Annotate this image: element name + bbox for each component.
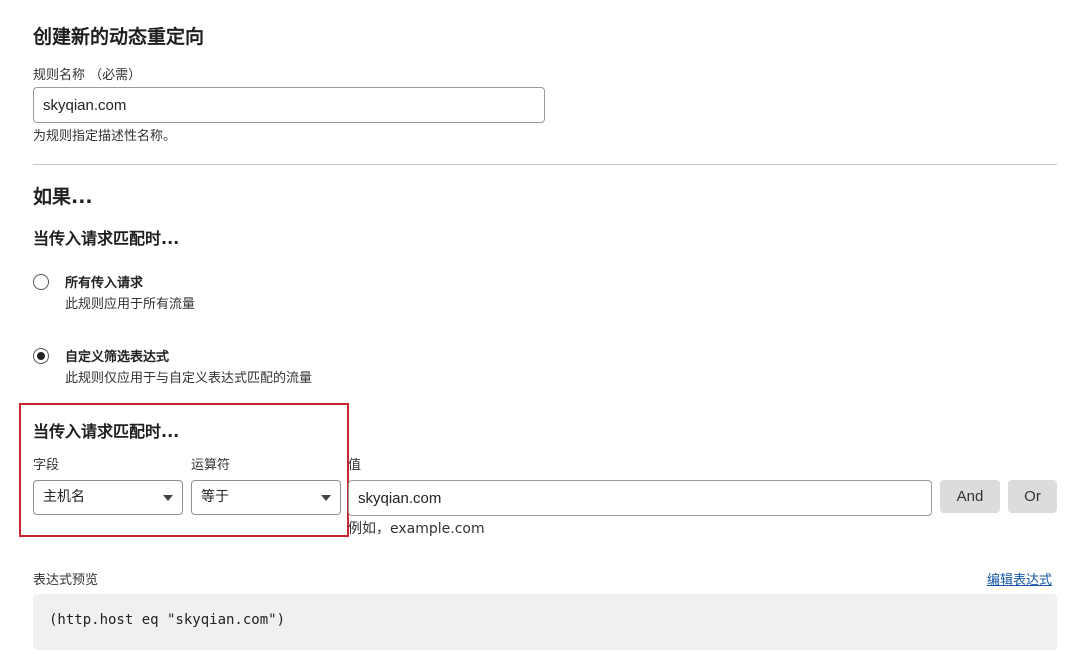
rule-name-help: 为规则指定描述性名称。: [33, 129, 177, 144]
option-all-requests-desc: 此规则应用于所有流量: [65, 297, 196, 312]
page-title: 创建新的动态重定向: [33, 26, 205, 48]
value-input[interactable]: [348, 480, 932, 516]
operator-select-value: 等于: [201, 489, 229, 505]
section-divider: [33, 164, 1057, 165]
radio-custom-expression[interactable]: [33, 348, 49, 364]
expression-preview-code: (http.host eq "skyqian.com"): [49, 612, 286, 628]
operator-label: 运算符: [191, 458, 231, 473]
edit-expression-link[interactable]: 编辑表达式: [987, 569, 1052, 588]
rule-name-label: 规则名称 （必需）: [33, 68, 142, 83]
chevron-down-icon: [163, 495, 173, 501]
or-button[interactable]: Or: [1008, 480, 1057, 513]
option-custom-expression-title: 自定义筛选表达式: [65, 350, 170, 365]
field-select-value: 主机名: [43, 489, 85, 505]
value-hint: 例如，example.com: [348, 521, 485, 537]
and-button[interactable]: And: [940, 480, 1000, 513]
chevron-down-icon: [321, 495, 331, 501]
option-custom-expression-desc: 此规则仅应用于与自定义表达式匹配的流量: [65, 371, 313, 386]
radio-all-requests[interactable]: [33, 274, 49, 290]
expression-heading: 当传入请求匹配时...: [33, 422, 180, 441]
rule-name-input[interactable]: [33, 87, 545, 123]
field-select[interactable]: 主机名: [33, 480, 183, 515]
field-label: 字段: [33, 458, 60, 473]
if-heading: 如果...: [33, 186, 93, 208]
option-all-requests-title: 所有传入请求: [65, 276, 144, 291]
value-label: 值: [348, 458, 362, 473]
operator-select[interactable]: 等于: [191, 480, 341, 515]
expression-preview-label: 表达式预览: [33, 573, 99, 588]
expression-preview-box: (http.host eq "skyqian.com"): [33, 594, 1057, 650]
match-heading: 当传入请求匹配时...: [33, 229, 180, 248]
